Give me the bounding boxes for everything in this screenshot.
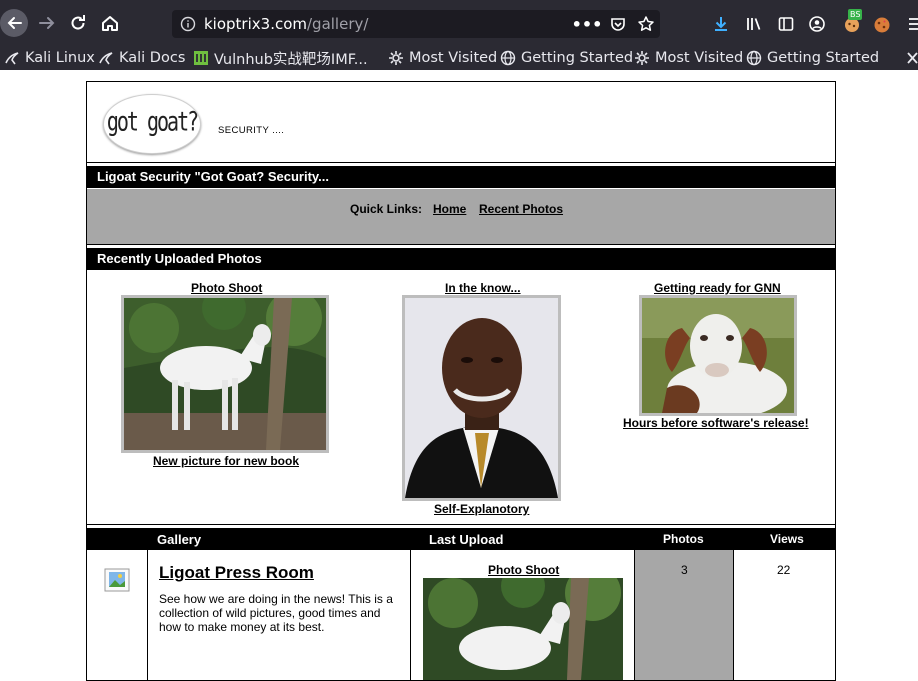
home-button[interactable] [95,8,125,38]
quick-link-recent-photos[interactable]: Recent Photos [479,202,563,216]
bookmark-most-visited-2[interactable]: Most Visited [634,48,743,68]
globe-icon [500,50,516,66]
views-count: 22 [777,563,791,577]
gallery-name-link[interactable]: Ligoat Press Room [159,563,314,583]
man-portrait-photo[interactable] [402,295,561,501]
bookmark-vulnhub[interactable]: Vulnhub实战靶场IMF... [193,48,368,68]
bookmarks-toolbar: Kali Linux Kali Docs Vulnhub实战靶场IMF... M… [0,44,918,70]
bookmark-getting-started[interactable]: Getting Started [500,48,633,68]
gallery-description: See how we are doing in the news! This i… [159,592,393,634]
gallery-album-icon[interactable] [104,566,130,594]
recent-photos-header: Recently Uploaded Photos [87,248,835,270]
last-upload-photo[interactable] [423,578,623,680]
forward-button[interactable] [32,8,62,38]
info-icon[interactable] [180,16,196,32]
recent-photos-title: Recently Uploaded Photos [97,251,262,266]
site-tagline: SECURITY .... [218,125,285,136]
photo-title[interactable]: Getting ready for GNN [654,281,781,295]
column-divider [634,550,635,680]
gear-icon [389,51,403,65]
account-icon[interactable] [807,14,827,34]
header-gallery: Gallery [157,532,202,547]
bookmark-most-visited[interactable]: Most Visited [388,48,497,68]
page-actions-icon[interactable]: ••• [572,14,603,34]
bookmark-kali-docs[interactable]: Kali Docs [98,48,185,68]
last-upload-title[interactable]: Photo Shoot [488,563,559,577]
cookie-extension-icon[interactable] [871,14,893,36]
divider [87,244,835,245]
quick-link-home[interactable]: Home [433,202,466,216]
bookmark-star-icon[interactable] [636,14,656,34]
bookmark-kali-linux[interactable]: Kali Linux [4,48,95,68]
goat-closeup-photo[interactable] [639,295,797,416]
photo-caption[interactable]: New picture for new book [153,454,299,468]
gallery-table-header: Gallery Last Upload Photos Views [87,528,835,550]
kali-dragon-icon [99,52,113,65]
extension-badge-label: BS [848,9,863,20]
extension-badge-icon[interactable]: BS [840,9,866,35]
kali-dragon-icon [5,52,19,65]
back-button[interactable] [0,8,30,38]
header-views: Views [770,532,804,546]
quick-links-bar: Quick Links: Home Recent Photos [87,189,835,244]
divider [87,162,835,163]
photo-title[interactable]: In the know... [445,281,521,295]
column-divider [733,550,734,680]
site-title: Ligoat Security "Got Goat? Security... [97,169,330,184]
bookmark-getting-started-2[interactable]: Getting Started [746,48,879,68]
site-logo[interactable]: got goat? [103,94,201,154]
divider [87,524,835,525]
globe-icon [746,50,762,66]
download-icon[interactable] [711,14,731,34]
sidebar-icon[interactable] [776,14,796,34]
header-photos: Photos [663,532,704,546]
photo-caption[interactable]: Hours before software's release! [623,416,809,430]
vulnhub-icon [194,51,208,65]
white-goat-photo[interactable] [121,295,329,453]
photo-title[interactable]: Photo Shoot [191,281,262,295]
column-divider [147,550,148,680]
reload-button[interactable] [63,8,93,38]
url-domain: kioptrix3.com [204,15,307,33]
library-icon[interactable] [744,14,764,34]
quick-links-label: Quick Links: [350,202,423,216]
browser-chrome: kioptrix3.com/gallery/ ••• BS Kali Linux [0,0,918,70]
site-title-bar: Ligoat Security "Got Goat? Security... [87,166,835,188]
column-divider [410,550,411,680]
overflow-menu-icon[interactable] [908,14,918,34]
address-bar[interactable]: kioptrix3.com/gallery/ ••• [172,10,660,38]
photo-caption[interactable]: Self-Explanotory [434,502,529,516]
pocket-icon[interactable] [608,14,628,34]
url-path: /gallery/ [307,15,369,33]
logo-text: got goat? [106,104,199,138]
photos-count: 3 [681,563,688,577]
header-last-upload: Last Upload [429,532,504,547]
close-icon[interactable] [906,48,918,68]
site-container: got goat? SECURITY .... Ligoat Security … [86,81,836,681]
gear-icon [635,51,649,65]
